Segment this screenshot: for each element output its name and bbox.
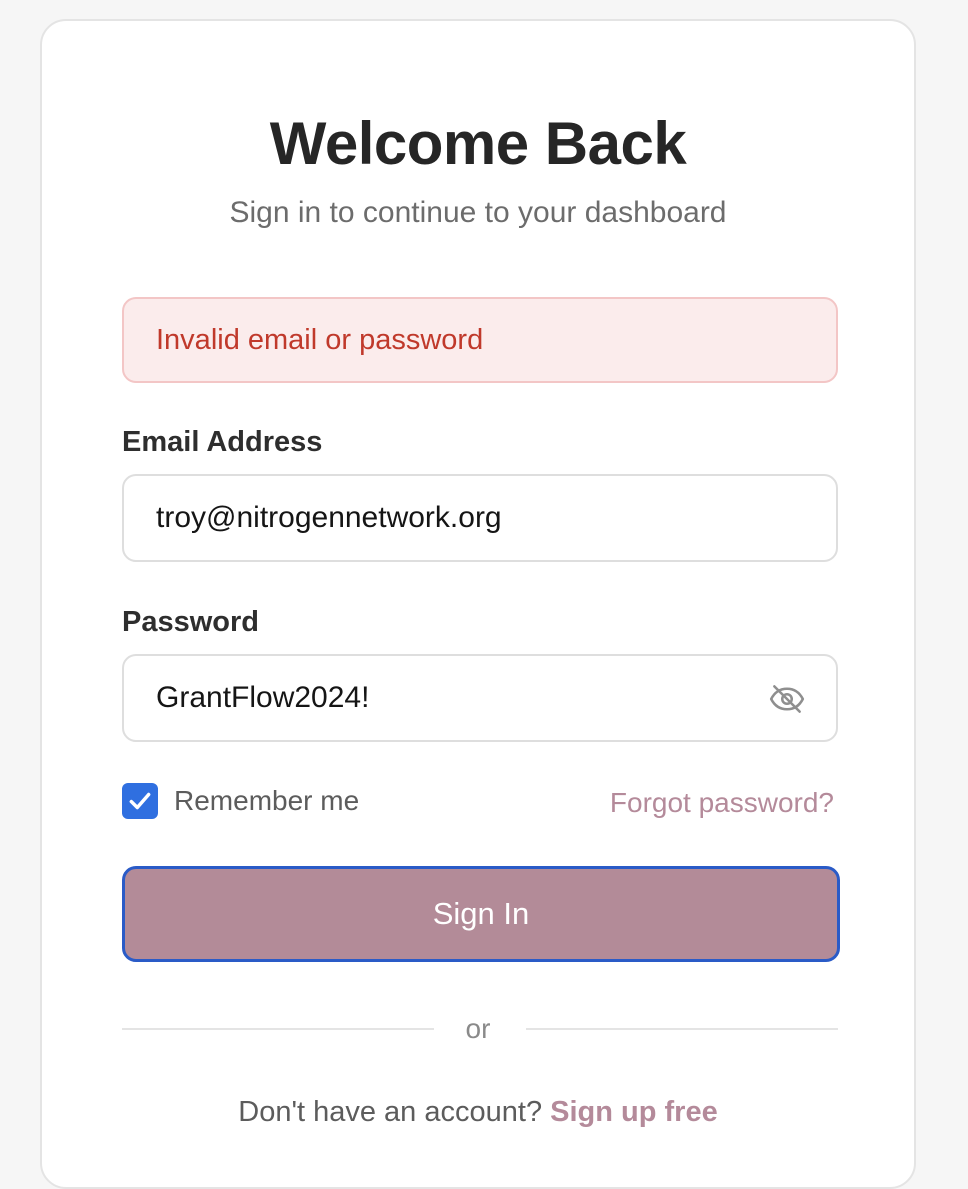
email-field-wrapper [122,474,838,562]
password-field[interactable] [124,656,756,740]
error-alert: Invalid email or password [122,297,838,383]
login-card: Welcome Back Sign in to continue to your… [40,19,916,1189]
error-message: Invalid email or password [156,323,484,356]
remember-me-checkbox[interactable]: Remember me [122,783,359,819]
remember-me-label: Remember me [174,785,360,816]
signup-prompt: Don't have an account? [238,1096,551,1128]
checkbox-checked-icon[interactable] [122,783,158,819]
email-field[interactable] [124,476,756,560]
email-label: Email Address [122,426,323,458]
sign-in-button[interactable]: Sign In [122,866,840,962]
divider-line-right [526,1028,838,1030]
signup-row: Don't have an account? Sign up free [42,1096,914,1129]
password-label: Password [122,606,259,638]
forgot-password-link[interactable]: Forgot password? [610,787,834,819]
page-title: Welcome Back [269,110,687,177]
eye-off-icon[interactable] [768,680,806,718]
sign-up-link[interactable]: Sign up free [550,1096,718,1128]
page-subtitle: Sign in to continue to your dashboard [229,196,727,229]
password-field-wrapper [122,654,838,742]
